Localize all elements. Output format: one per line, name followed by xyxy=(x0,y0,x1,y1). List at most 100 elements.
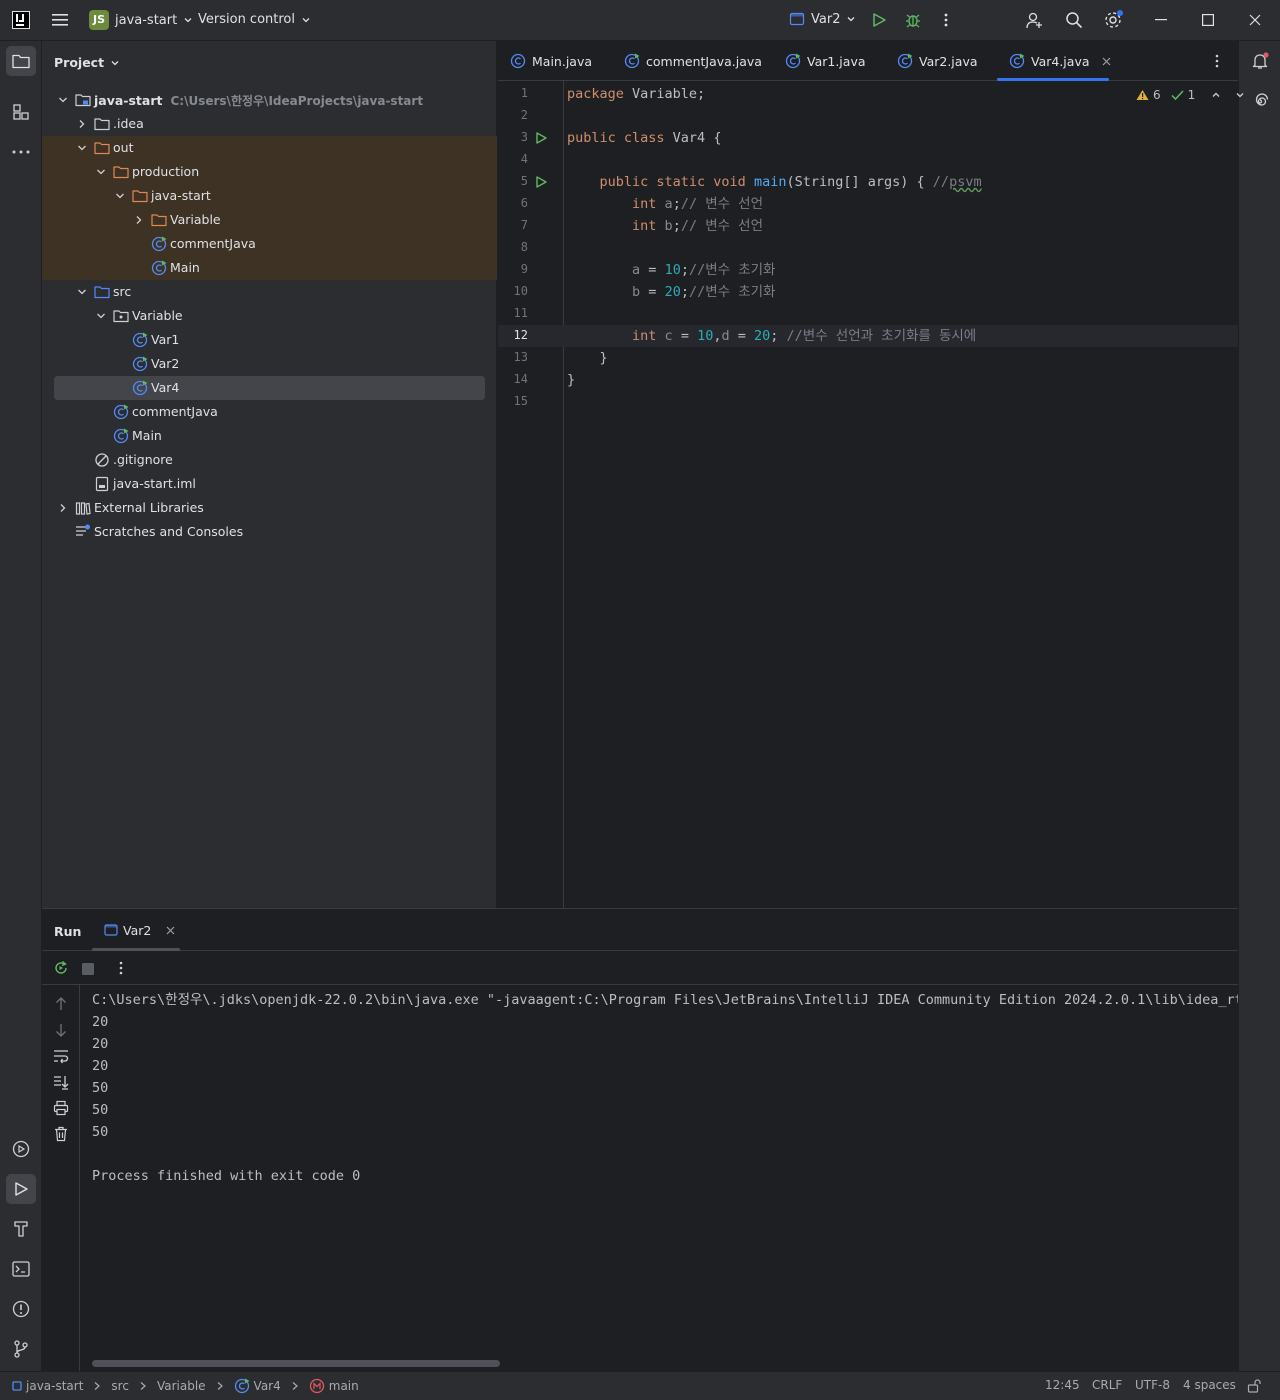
tree-item[interactable]: Main xyxy=(42,256,497,280)
run-gutter-icon[interactable] xyxy=(535,132,547,144)
chevron-down-icon[interactable] xyxy=(75,141,89,155)
breadcrumb-package[interactable]: Variable xyxy=(157,1379,206,1393)
notifications-button[interactable] xyxy=(1245,46,1275,76)
arrow-down-icon[interactable] xyxy=(53,1022,69,1038)
tree-item[interactable]: commentJava xyxy=(42,232,497,256)
line-separator[interactable]: CRLF xyxy=(1092,1378,1122,1392)
chevron-down-icon[interactable] xyxy=(94,309,108,323)
close-tab-icon[interactable] xyxy=(1102,57,1111,66)
maximize-icon[interactable] xyxy=(1202,14,1214,26)
project-tool-button[interactable] xyxy=(6,46,36,76)
tree-item-label: java-start xyxy=(151,188,211,203)
structure-icon xyxy=(13,104,29,120)
run-gutter-icon[interactable] xyxy=(535,176,547,188)
soft-wrap-icon[interactable] xyxy=(53,1048,69,1064)
structure-tool-button[interactable] xyxy=(6,97,36,127)
code-token: package xyxy=(567,86,624,102)
tree-item[interactable]: java-start xyxy=(42,184,497,208)
rerun-icon[interactable] xyxy=(53,960,69,976)
run-config-selector[interactable]: Var2 xyxy=(789,11,856,27)
tree-item[interactable]: .idea xyxy=(42,112,497,136)
breadcrumb-method[interactable]: main xyxy=(329,1379,359,1393)
breadcrumb-class[interactable]: Var4 xyxy=(254,1379,281,1393)
chevron-down-icon[interactable] xyxy=(75,285,89,299)
tree-item[interactable]: java-start.iml xyxy=(42,472,497,496)
run-header: Run Var2 xyxy=(42,909,1238,951)
more-actions-icon[interactable] xyxy=(942,12,950,28)
run-tool-button[interactable] xyxy=(6,1174,36,1204)
run-tab-var2[interactable]: Var2 xyxy=(92,909,180,951)
main-menu-icon[interactable] xyxy=(52,13,68,27)
java-class-icon xyxy=(132,356,148,372)
tree-item[interactable]: Variable xyxy=(42,208,497,232)
close-window-icon[interactable] xyxy=(1249,14,1261,26)
chevron-down-icon[interactable] xyxy=(56,93,70,107)
services-tool-button[interactable] xyxy=(6,1134,36,1164)
chevron-down-icon[interactable] xyxy=(113,189,127,203)
print-icon[interactable] xyxy=(53,1100,69,1116)
chevron-down-icon[interactable] xyxy=(1235,90,1245,100)
file-encoding[interactable]: UTF-8 xyxy=(1135,1378,1170,1392)
more-actions-icon[interactable] xyxy=(118,961,124,975)
chevron-right-icon[interactable] xyxy=(75,117,89,131)
horizontal-scrollbar[interactable] xyxy=(92,1360,500,1367)
tree-item[interactable]: Var1 xyxy=(42,328,497,352)
console-output[interactable]: C:\Users\한정우\.jdks\openjdk-22.0.2\bin\ja… xyxy=(92,989,1238,1369)
ai-assistant-button[interactable] xyxy=(1245,86,1275,116)
settings-gear-icon[interactable] xyxy=(1104,10,1124,30)
breadcrumb-project[interactable]: java-start xyxy=(26,1379,83,1393)
arrow-up-icon[interactable] xyxy=(53,996,69,1012)
tree-item[interactable]: production xyxy=(42,160,497,184)
code-token: ; xyxy=(672,218,681,234)
folder-icon xyxy=(12,53,30,69)
more-tools-button[interactable] xyxy=(6,137,36,167)
stop-icon[interactable] xyxy=(82,963,94,975)
chevron-up-icon[interactable] xyxy=(1211,90,1221,100)
problems-tool-button[interactable] xyxy=(6,1294,36,1324)
chevron-down-icon[interactable] xyxy=(94,165,108,179)
inspection-widget[interactable]: 6 1 xyxy=(1136,88,1245,102)
vcs-widget[interactable]: Version control xyxy=(198,12,311,27)
indent-setting[interactable]: 4 spaces xyxy=(1183,1378,1236,1392)
tree-item[interactable]: Var4 xyxy=(42,376,497,400)
debug-icon[interactable] xyxy=(905,12,921,28)
code-line: public class Var4 { xyxy=(567,127,721,149)
hammer-icon xyxy=(13,1220,29,1238)
tree-item[interactable]: src xyxy=(42,280,497,304)
tree-item[interactable]: commentJava xyxy=(42,400,497,424)
code-with-me-icon[interactable] xyxy=(1025,11,1043,29)
tree-item[interactable]: out xyxy=(42,136,497,160)
tree-item[interactable]: Main xyxy=(42,424,497,448)
intellij-logo-icon[interactable] xyxy=(12,11,30,29)
caret-position[interactable]: 12:45 xyxy=(1045,1378,1080,1392)
trash-icon[interactable] xyxy=(53,1126,69,1142)
run-icon[interactable] xyxy=(871,12,887,28)
breadcrumb-src[interactable]: src xyxy=(111,1379,129,1393)
unlock-icon[interactable] xyxy=(1247,1379,1261,1393)
chevron-right-icon[interactable] xyxy=(56,501,70,515)
tree-item[interactable]: java-start C:\Users\한정우\IdeaProjects\java… xyxy=(42,88,497,112)
tree-item[interactable]: .gitignore xyxy=(42,448,497,472)
tab-main-java[interactable]: Main.java xyxy=(510,41,592,81)
tree-item[interactable]: Variable xyxy=(42,304,497,328)
tree-item[interactable]: External Libraries xyxy=(42,496,497,520)
minimize-icon[interactable] xyxy=(1155,19,1167,21)
tab-var1-java[interactable]: Var1.java xyxy=(785,41,866,81)
scroll-to-end-icon[interactable] xyxy=(53,1074,69,1090)
tab-var2-java[interactable]: Var2.java xyxy=(897,41,978,81)
git-tool-button[interactable] xyxy=(6,1334,36,1364)
tab-var4-java[interactable]: Var4.java xyxy=(997,41,1111,81)
terminal-tool-button[interactable] xyxy=(6,1254,36,1284)
search-icon[interactable] xyxy=(1065,11,1083,29)
tab-commentjava-java[interactable]: commentJava.java xyxy=(624,41,762,81)
code-line: } xyxy=(567,347,608,369)
tree-item[interactable]: Scratches and Consoles xyxy=(42,520,497,544)
project-widget[interactable]: JS java-start xyxy=(89,10,193,30)
code-token: a xyxy=(656,196,673,212)
chevron-right-icon[interactable] xyxy=(132,213,146,227)
close-tab-icon[interactable] xyxy=(166,926,175,935)
build-tool-button[interactable] xyxy=(6,1214,36,1244)
tree-item[interactable]: Var2 xyxy=(42,352,497,376)
tab-more-icon[interactable] xyxy=(1214,54,1220,68)
project-header[interactable]: Project xyxy=(54,55,120,70)
